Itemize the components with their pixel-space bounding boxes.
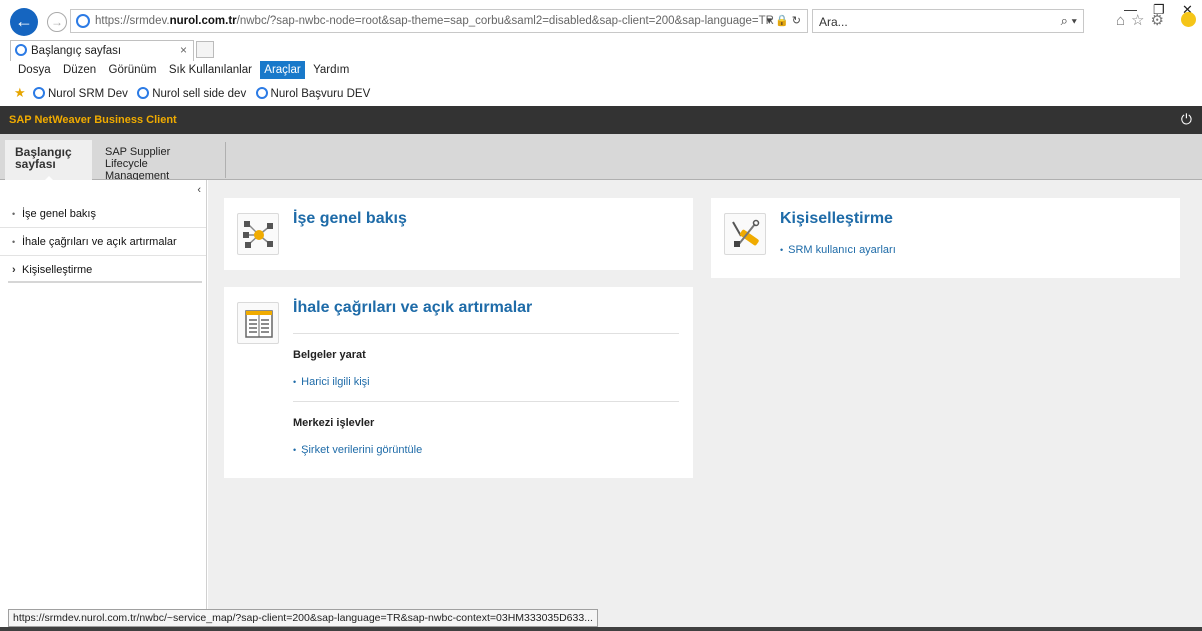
favorite-link[interactable]: Nurol Başvuru DEV [255, 87, 370, 100]
menu-file[interactable]: Dosya [14, 61, 55, 79]
sap-header-title: SAP NetWeaver Business Client [9, 114, 177, 126]
menu-bar: Dosya Düzen Görünüm Sık Kullanılanlar Ar… [0, 61, 1202, 81]
browser-titlebar: ← → https://srmdev.nurol.com.tr/nwbc/?sa… [0, 0, 1202, 40]
browser-tab[interactable]: Başlangıç sayfası × [10, 40, 194, 61]
ie-icon [76, 14, 90, 28]
menu-favorites[interactable]: Sık Kullanılanlar [165, 61, 256, 79]
chevron-right-icon: › [12, 264, 16, 276]
browser-tabbar: Başlangıç sayfası × [0, 40, 1202, 61]
card-work-overview: İşe genel bakış [224, 198, 693, 270]
favorite-link[interactable]: Nurol SRM Dev [33, 87, 128, 100]
menu-edit[interactable]: Düzen [59, 61, 100, 79]
feedback-smiley-icon[interactable] [1181, 12, 1196, 27]
card-title[interactable]: İşe genel bakış [293, 210, 407, 228]
main-content: İşe genel bakış Kişiselleştirme • SRM kul… [208, 180, 1202, 631]
forward-button[interactable]: → [47, 12, 67, 32]
nav-label: Kişiselleştirme [22, 264, 93, 276]
link-company-data[interactable]: • Şirket verilerini görüntüle [293, 444, 422, 456]
bullet-icon: • [293, 377, 297, 387]
favorites-star-icon[interactable]: ★ [14, 85, 26, 100]
search-placeholder: Ara... [819, 15, 848, 29]
search-icon[interactable]: ⌕ ▾ [1061, 13, 1077, 29]
link-external-contact[interactable]: • Harici ilgili kişi [293, 376, 370, 388]
collapse-chevron-icon[interactable]: ‹ [197, 184, 201, 196]
status-bar-url: https://srmdev.nurol.com.tr/nwbc/~servic… [8, 609, 598, 627]
nav-item-tenders[interactable]: • İhale çağrıları ve açık artırmalar [0, 228, 206, 256]
nav-item-work-overview[interactable]: • İşe genel bakış [0, 200, 206, 228]
nav-item-personalization[interactable]: › Kişiselleştirme [0, 256, 206, 284]
bullet-icon: • [780, 245, 784, 255]
card-tenders: İhale çağrıları ve açık artırmalar Belge… [224, 287, 693, 478]
left-navigation: ‹ • İşe genel bakış • İhale çağrıları ve a… [0, 180, 207, 631]
document-list-icon [237, 302, 279, 344]
tab-label-line2: sayfası [15, 157, 56, 171]
address-bar[interactable]: https://srmdev.nurol.com.tr/nwbc/?sap-nw… [70, 9, 808, 33]
bullet-icon: • [12, 237, 16, 247]
tab-start-page[interactable]: Başlangıç sayfası [5, 140, 92, 181]
divider [293, 401, 679, 402]
bullet-icon: • [12, 209, 16, 219]
ie-page-icon [255, 87, 268, 99]
menu-view[interactable]: Görünüm [105, 61, 161, 79]
network-nodes-icon [237, 213, 279, 255]
menu-help[interactable]: Yardım [309, 61, 353, 79]
card-title[interactable]: İhale çağrıları ve açık artırmalar [293, 299, 532, 317]
ie-page-icon [33, 87, 45, 99]
tab-label-line1: SAP Supplier [105, 146, 171, 158]
bullet-icon: • [293, 445, 297, 455]
power-icon[interactable]: ⏻ [1181, 111, 1192, 128]
nav-label: İşe genel bakış [22, 208, 96, 220]
tab-label-line2: Lifecycle Management [105, 158, 170, 182]
divider [293, 333, 679, 334]
back-button[interactable]: ← [10, 8, 38, 36]
ie-page-icon [137, 87, 150, 99]
sap-tab-strip: Başlangıç sayfası SAP Supplier Lifecycle… [0, 134, 1202, 182]
menu-tools[interactable]: Araçlar [260, 61, 305, 79]
lock-refresh-icons[interactable]: ▾ 🔒 ↻ [766, 14, 801, 27]
card-title[interactable]: Kişiselleştirme [780, 210, 893, 228]
nav-label: İhale çağrıları ve açık artırmalar [22, 236, 177, 248]
url-text: https://srmdev.nurol.com.tr/nwbc/?sap-nw… [95, 15, 774, 27]
tab-divider [225, 142, 226, 178]
tab-supplier-lifecycle[interactable]: SAP Supplier Lifecycle Management [95, 140, 225, 182]
card-personalization: Kişiselleştirme • SRM kullanıcı ayarları [711, 198, 1180, 278]
tools-icon [724, 213, 766, 255]
link-srm-user-settings[interactable]: • SRM kullanıcı ayarları [780, 244, 896, 256]
sap-header: SAP NetWeaver Business Client ⏻ [0, 106, 1202, 134]
section-heading: Belgeler yarat [293, 349, 366, 361]
ie-tab-icon [15, 44, 27, 56]
nav-divider [8, 281, 202, 283]
favorites-bar: ★ Nurol SRM Dev Nurol sell side dev Nuro… [0, 81, 1202, 105]
taskbar-edge [0, 627, 1202, 631]
section-heading: Merkezi işlevler [293, 417, 375, 429]
tab-title: Başlangıç sayfası [31, 45, 122, 57]
search-input[interactable]: Ara... ⌕ ▾ [812, 9, 1084, 33]
favorite-link[interactable]: Nurol sell side dev [137, 87, 246, 100]
new-tab-button[interactable] [196, 41, 214, 58]
home-favorites-settings-icons[interactable]: ⌂☆⚙ [1116, 11, 1170, 29]
tab-close-icon[interactable]: × [180, 43, 187, 57]
